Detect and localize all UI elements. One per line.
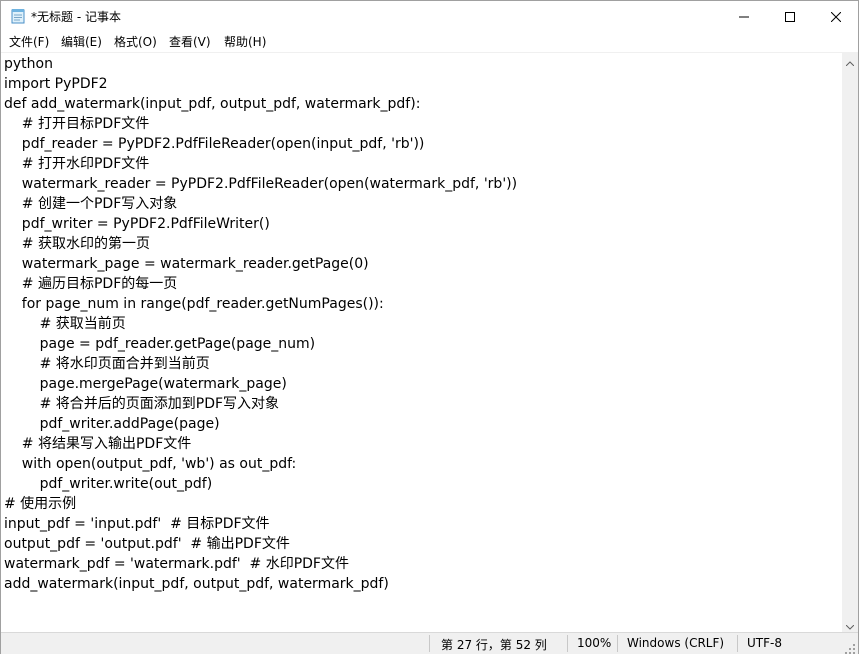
line-ending: Windows (CRLF) (627, 636, 725, 650)
scroll-up-button[interactable] (842, 52, 858, 68)
editor-line[interactable]: # 创建一个PDF写入对象 (4, 194, 517, 214)
status-divider (617, 635, 618, 652)
encoding: UTF-8 (747, 636, 782, 650)
vertical-scrollbar[interactable] (842, 52, 858, 632)
editor-line[interactable]: input_pdf = 'input.pdf' # 目标PDF文件 (4, 514, 517, 534)
menu-edit[interactable]: 编辑(E) (61, 33, 102, 50)
cursor-position: 第 27 行，第 52 列 (441, 638, 547, 652)
minimize-button[interactable] (721, 1, 767, 31)
menu-view[interactable]: 查看(V) (169, 33, 211, 50)
editor-line[interactable]: pdf_reader = PyPDF2.PdfFileReader(open(i… (4, 134, 517, 154)
editor-line[interactable]: python (4, 54, 517, 74)
editor-line[interactable]: pdf_writer.write(out_pdf) (4, 474, 517, 494)
editor-line[interactable]: def add_watermark(input_pdf, output_pdf,… (4, 94, 517, 114)
title-bar[interactable]: *无标题 - 记事本 (1, 1, 858, 31)
editor-line[interactable]: # 打开目标PDF文件 (4, 114, 517, 134)
window-title: *无标题 - 记事本 (31, 10, 121, 24)
menu-file[interactable]: 文件(F) (9, 33, 49, 50)
status-divider (429, 635, 430, 652)
menu-bar: 文件(F) 编辑(E) 格式(O) 查看(V) 帮助(H) (1, 31, 858, 51)
editor-line[interactable]: # 将合并后的页面添加到PDF写入对象 (4, 394, 517, 414)
menu-help[interactable]: 帮助(H) (224, 33, 266, 50)
editor-line[interactable]: watermark_page = watermark_reader.getPag… (4, 254, 517, 274)
editor-line[interactable]: page.mergePage(watermark_page) (4, 374, 517, 394)
editor-line[interactable]: # 获取当前页 (4, 314, 517, 334)
editor-line[interactable]: pdf_writer = PyPDF2.PdfFileWriter() (4, 214, 517, 234)
chevron-down-icon (845, 615, 855, 634)
editor-line[interactable]: with open(output_pdf, 'wb') as out_pdf: (4, 454, 517, 474)
minimize-icon (739, 7, 749, 26)
maximize-icon (785, 7, 795, 26)
editor-line[interactable]: output_pdf = 'output.pdf' # 输出PDF文件 (4, 534, 517, 554)
editor-line[interactable]: add_watermark(input_pdf, output_pdf, wat… (4, 574, 517, 594)
editor-line[interactable]: # 打开水印PDF文件 (4, 154, 517, 174)
editor-line[interactable]: # 获取水印的第一页 (4, 234, 517, 254)
editor-line[interactable]: pdf_writer.addPage(page) (4, 414, 517, 434)
editor-line[interactable]: import PyPDF2 (4, 74, 517, 94)
editor-line[interactable]: page = pdf_reader.getPage(page_num) (4, 334, 517, 354)
editor-content[interactable]: python import PyPDF2 def add_watermark(inp… (4, 54, 517, 594)
scroll-down-button[interactable] (842, 616, 858, 632)
menu-format[interactable]: 格式(O) (114, 33, 157, 50)
editor-line[interactable]: # 使用示例 (4, 494, 517, 514)
notepad-icon (11, 8, 25, 24)
text-editor[interactable]: python import PyPDF2 def add_watermark(inp… (1, 52, 842, 632)
editor-line[interactable]: # 遍历目标PDF的每一页 (4, 274, 517, 294)
resize-grip-icon[interactable] (844, 640, 856, 654)
editor-line[interactable]: # 将水印页面合并到当前页 (4, 354, 517, 374)
status-divider (567, 635, 568, 652)
editor-line[interactable]: for page_num in range(pdf_reader.getNumP… (4, 294, 517, 314)
maximize-button[interactable] (767, 1, 813, 31)
close-icon (830, 7, 842, 26)
editor-line[interactable]: watermark_pdf = 'watermark.pdf' # 水印PDF文… (4, 554, 517, 574)
zoom-level: 100% (577, 636, 612, 650)
editor-line[interactable]: # 将结果写入输出PDF文件 (4, 434, 517, 454)
close-button[interactable] (813, 1, 859, 31)
chevron-up-icon (845, 51, 855, 70)
notepad-window: *无标题 - 记事本 文件(F) 编辑(E) 格式(O) 查看(V) 帮助(H)… (0, 0, 859, 654)
editor-line[interactable]: watermark_reader = PyPDF2.PdfFileReader(… (4, 174, 517, 194)
status-divider (737, 635, 738, 652)
status-bar: 第 27 行，第 52 列 100% Windows (CRLF) UTF-8 (1, 632, 858, 654)
